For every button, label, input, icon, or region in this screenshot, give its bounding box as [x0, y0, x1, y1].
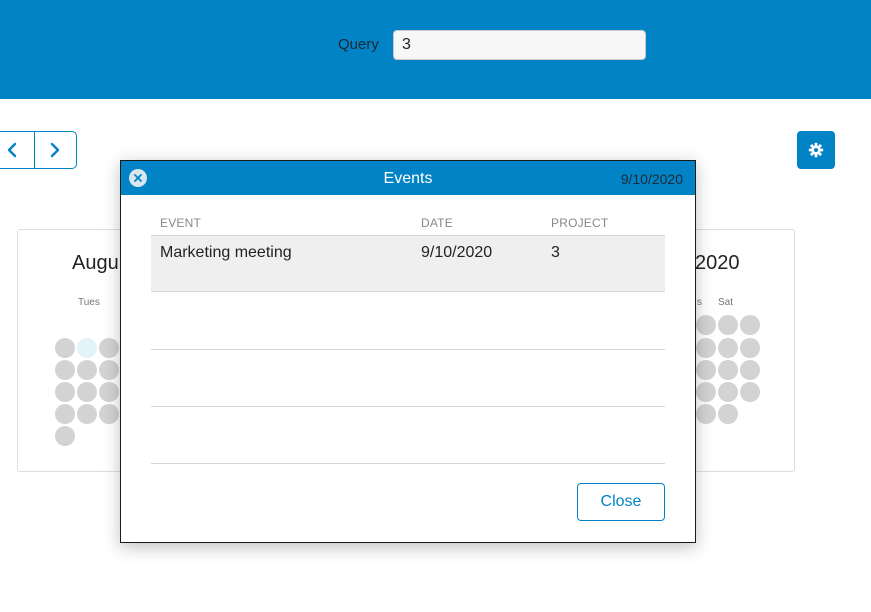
- column-header-date: DATE: [421, 216, 453, 230]
- calendar-day[interactable]: [55, 382, 75, 402]
- close-button[interactable]: Close: [577, 483, 665, 521]
- modal-title: Events: [383, 170, 433, 187]
- calendar-day[interactable]: [99, 382, 119, 402]
- calendar-day[interactable]: [696, 338, 716, 358]
- calendar-day[interactable]: [696, 315, 716, 335]
- calendar-day[interactable]: [718, 404, 738, 424]
- events-modal: Events 9/10/2020 EVENT DATE PROJECT Mark…: [120, 160, 696, 543]
- month-title: 2020: [695, 252, 740, 274]
- calendar-day[interactable]: [718, 382, 738, 402]
- calendar-day[interactable]: [55, 360, 75, 380]
- table-row[interactable]: Marketing meeting 9/10/2020 3: [151, 235, 665, 292]
- top-bar: Query: [0, 0, 871, 99]
- calendar-day[interactable]: [77, 404, 97, 424]
- calendar-day[interactable]: [696, 404, 716, 424]
- query-input[interactable]: [393, 30, 646, 60]
- calendar-day[interactable]: [55, 338, 75, 358]
- weekday-label-sat: Sat: [718, 297, 734, 308]
- calendar-day[interactable]: [718, 338, 738, 358]
- month-title: Augu: [72, 252, 119, 274]
- column-header-project: PROJECT: [551, 216, 609, 230]
- chevron-left-icon: [8, 142, 17, 158]
- settings-button[interactable]: [797, 131, 835, 169]
- calendar-day[interactable]: [718, 315, 738, 335]
- event-date-cell: 9/10/2020: [421, 244, 493, 261]
- calendar-day[interactable]: [718, 360, 738, 380]
- next-month-button[interactable]: [33, 132, 77, 168]
- modal-date: 9/10/2020: [620, 171, 683, 187]
- calendar-day[interactable]: [696, 382, 716, 402]
- query-label: Query: [338, 36, 379, 53]
- table-row-empty: [151, 407, 665, 464]
- calendar-day[interactable]: [740, 360, 760, 380]
- calendar-day[interactable]: [740, 338, 760, 358]
- calendar-day[interactable]: [55, 404, 75, 424]
- calendar-day[interactable]: [696, 360, 716, 380]
- table-row-empty: [151, 350, 665, 407]
- column-header-event: EVENT: [160, 216, 202, 230]
- modal-header: Events 9/10/2020: [121, 161, 695, 195]
- calendar-day[interactable]: [55, 426, 75, 446]
- calendar-day[interactable]: [77, 382, 97, 402]
- calendar-day-today[interactable]: [77, 338, 97, 358]
- weekday-label: Tues: [78, 297, 100, 308]
- calendar-day[interactable]: [99, 404, 119, 424]
- prev-month-button[interactable]: [0, 132, 34, 168]
- event-name-cell: Marketing meeting: [160, 244, 292, 261]
- weekday-label-partial: s: [697, 297, 702, 308]
- month-nav-group: [0, 131, 77, 169]
- calendar-day[interactable]: [740, 382, 760, 402]
- table-row-empty: [151, 293, 665, 350]
- gear-icon: [808, 142, 824, 158]
- calendar-day[interactable]: [740, 315, 760, 335]
- event-project-cell: 3: [551, 244, 560, 261]
- calendar-day[interactable]: [99, 338, 119, 358]
- calendar-day[interactable]: [77, 360, 97, 380]
- chevron-right-icon: [51, 142, 60, 158]
- calendar-day[interactable]: [99, 360, 119, 380]
